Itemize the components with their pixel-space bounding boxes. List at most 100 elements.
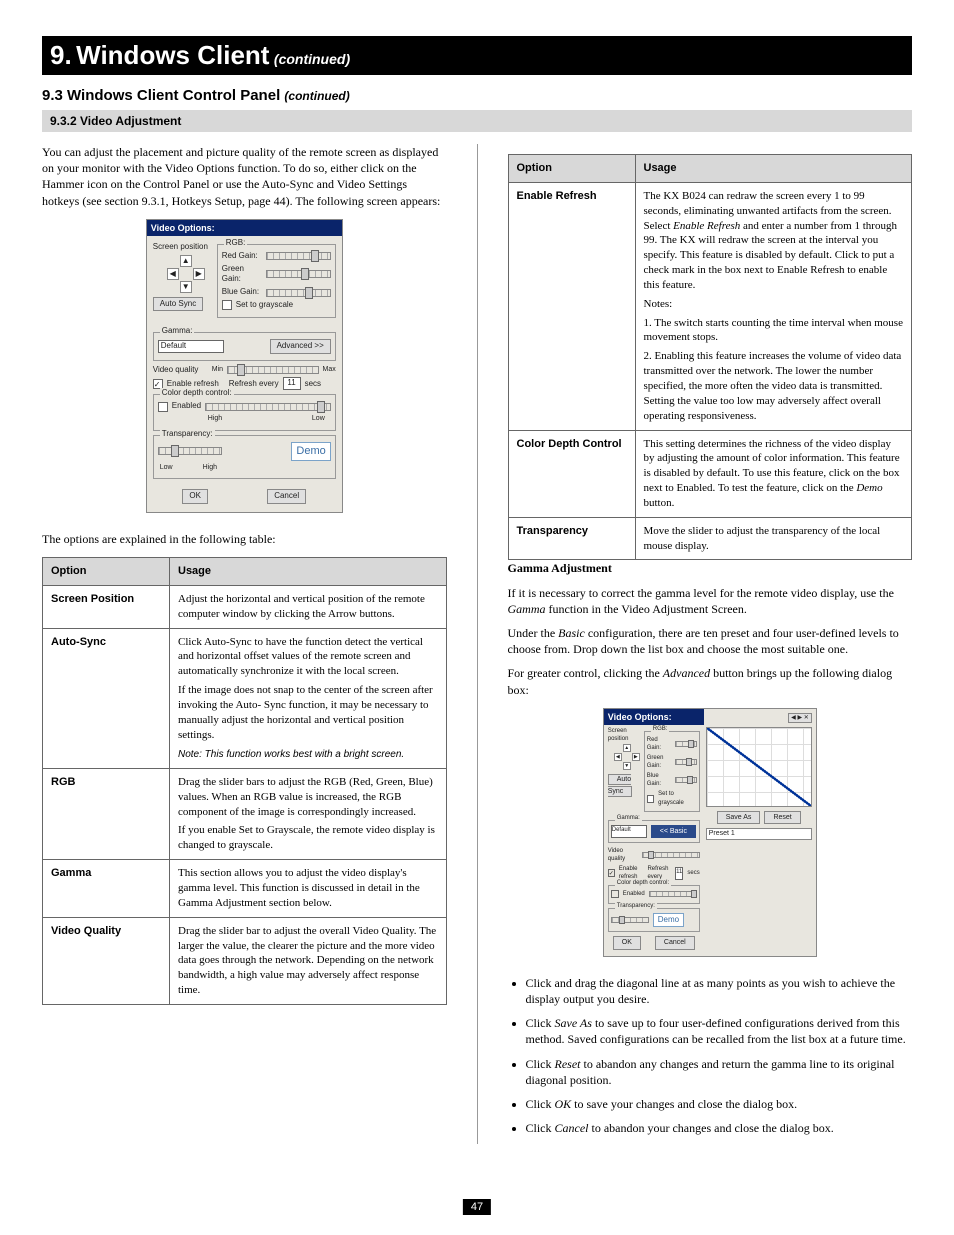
mock1-trans-high: High [203,463,217,472]
arrow-right-icon: ▶ [193,268,205,280]
mock1-cdc-checkbox [158,402,168,412]
subchapter-heading: 9.3 Windows Client Control Panel (contin… [42,87,912,104]
option-name: Enable Refresh [508,182,635,430]
mock2-titlebar: Video Options: [604,709,704,725]
mock1-trans-slider [158,447,222,455]
option-usage: This setting determines the richness of … [635,430,912,517]
table-row: TransparencyMove the slider to adjust th… [508,517,912,560]
mock1-red-label: Red Gain: [222,251,262,262]
gamma-p2: Under the Basic configuration, there are… [508,625,913,657]
mock1-refresh-checkbox: ✓ [153,379,163,389]
gamma-advanced-dialog-image: Video Options: Screen position ▲ ◀▶ ▼ Au… [603,708,817,957]
option-usage: Move the slider to adjust the transparen… [635,517,912,560]
mock1-vq-label: Video quality [153,365,208,376]
arrow-down-icon: ▼ [180,281,192,293]
option-name: Video Quality [43,917,170,1004]
mock1-green-slider [266,270,331,278]
mock1-cdc-enabled: Enabled [172,401,201,412]
mock2-saveas-button: Save As [717,811,761,824]
subchapter-number: 9.3 [42,87,63,104]
right-th-option: Option [508,155,635,183]
gamma-heading-text: Gamma Adjustment [508,561,612,575]
right-options-table: Option Usage Enable RefreshThe KX B024 c… [508,154,913,560]
mock1-cdc-slider [205,403,331,411]
page-number: 47 [463,1199,491,1215]
mock1-titlebar: Video Options: [147,220,342,236]
video-options-dialog-image: Video Options: Screen position ▲ ◀ ▶ ▼ Au… [146,219,343,513]
mock1-refresh-value: 11 [283,377,301,390]
arrow-up-icon: ▲ [180,255,192,267]
left-th-option: Option [43,557,170,585]
mock2-preset-select: Preset 1 [706,828,812,839]
gamma-heading: Gamma Adjustment [508,560,913,576]
table-row: Color Depth ControlThis setting determin… [508,430,912,517]
mock1-gamma-legend: Gamma: [160,326,195,337]
mock1-cancel-button: Cancel [267,489,306,504]
mock1-cdc-high: High [208,414,222,423]
mock1-red-slider [266,252,331,260]
list-item: Click and drag the diagonal line at as m… [526,975,913,1007]
left-th-usage: Usage [170,557,447,585]
mock1-ok-button: OK [182,489,208,504]
option-usage: The KX B024 can redraw the screen every … [635,182,912,430]
chapter-continued: (continued) [274,51,350,67]
chapter-number: 9. [50,40,72,70]
mock1-demo-badge: Demo [291,442,330,461]
mock1-autosync-button: Auto Sync [153,297,203,312]
option-name: Transparency [508,517,635,560]
mock2-reset-button: Reset [764,811,800,824]
list-item: Click Reset to abandon any changes and r… [526,1056,913,1088]
option-usage: Drag the slider bars to adjust the RGB (… [170,768,447,859]
gamma-p1: If it is necessary to correct the gamma … [508,585,913,617]
mock1-grayscale-checkbox [222,300,232,310]
option-name: Auto-Sync [43,628,170,768]
subsubsection-bar: 9.3.2 Video Adjustment [42,110,912,132]
mock1-grayscale-label: Set to grayscale [236,300,293,311]
chapter-title: Windows Client [76,40,269,70]
mock1-advanced-button: Advanced >> [270,339,331,354]
mock1-max: Max [323,365,336,374]
option-name: Screen Position [43,585,170,628]
option-usage: Adjust the horizontal and vertical posit… [170,585,447,628]
gamma-bullet-list: Click and drag the diagonal line at as m… [508,975,913,1137]
right-th-usage: Usage [635,155,912,183]
option-usage: This section allows you to adjust the vi… [170,860,447,918]
mock1-cdc-legend: Color depth control: [160,388,234,399]
arrow-left-icon: ◀ [167,268,179,280]
table-row: Screen PositionAdjust the horizontal and… [43,585,447,628]
mock1-secs: secs [305,379,321,390]
list-item: Click Save As to save up to four user-de… [526,1015,913,1047]
mock1-trans-low: Low [160,463,173,472]
gamma-p3: For greater control, clicking the Advanc… [508,665,913,697]
option-usage: Click Auto-Sync to have the function det… [170,628,447,768]
mock1-rgb-legend: RGB: [224,238,248,249]
gamma-plot [706,727,812,807]
option-name: RGB [43,768,170,859]
subchapter-title: Windows Client Control Panel [67,87,280,104]
left-table-intro: The options are explained in the followi… [42,531,447,547]
intro-text: You can adjust the placement and picture… [42,144,447,209]
mock1-vq-slider [227,366,318,374]
mock1-trans-legend: Transparency: [160,429,215,440]
mock1-blue-slider [266,289,331,297]
subchapter-continued: (continued) [284,89,349,103]
subsub-title: 9.3.2 Video Adjustment [50,114,181,128]
option-name: Color Depth Control [508,430,635,517]
option-usage: Drag the slider bar to adjust the overal… [170,917,447,1004]
table-row: GammaThis section allows you to adjust t… [43,860,447,918]
mock1-arrowpad: ▲ ◀ ▶ ▼ [167,255,213,293]
table-row: RGBDrag the slider bars to adjust the RG… [43,768,447,859]
mock1-min: Min [212,365,223,374]
mock1-green-label: Green Gain: [222,264,262,286]
intro-text-2: page 44). The following screen appears: [248,194,440,208]
mock1-gamma-select: Default [158,340,224,353]
mock1-screenpos-label: Screen position [153,242,208,253]
mock1-refresh-every: Refresh every [229,379,279,390]
mock1-blue-label: Blue Gain: [222,287,262,298]
left-options-table: Option Usage Screen PositionAdjust the h… [42,557,447,1005]
mock1-cdc-low: Low [312,414,325,423]
list-item: Click Cancel to abandon your changes and… [526,1120,913,1136]
list-item: Click OK to save your changes and close … [526,1096,913,1112]
table-row: Video QualityDrag the slider bar to adju… [43,917,447,1004]
option-name: Gamma [43,860,170,918]
